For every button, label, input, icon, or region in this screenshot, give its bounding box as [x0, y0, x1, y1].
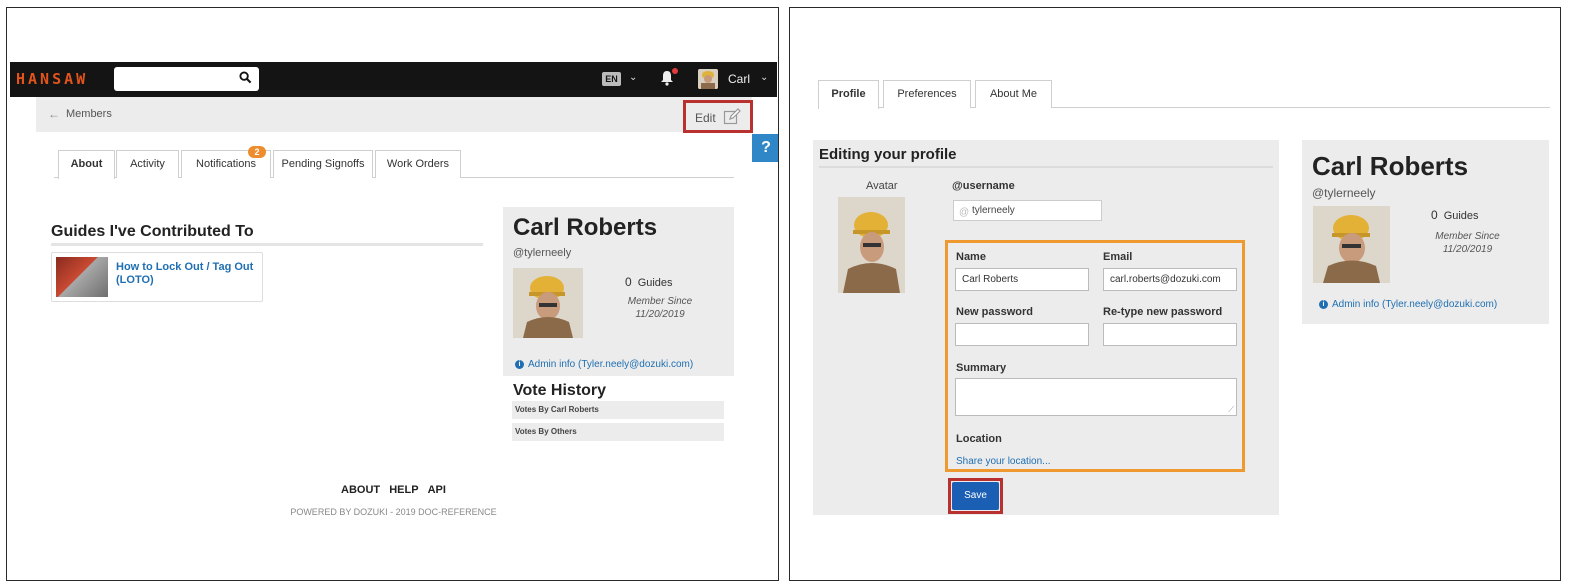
avatar-upload[interactable]	[838, 197, 905, 293]
profile-photo	[513, 268, 583, 338]
edit-profile-title: Editing your profile	[819, 146, 957, 163]
chevron-down-icon[interactable]: ⌄	[629, 72, 637, 83]
username-value: tylerneely	[972, 205, 1015, 216]
save-button[interactable]: Save	[952, 482, 999, 510]
share-location-link[interactable]: Share your location...	[956, 456, 1051, 467]
top-navbar: HANSAW EN ⌄ Carl ⌄	[10, 62, 777, 97]
footer-link-help[interactable]: HELP	[389, 484, 418, 496]
profile-photo	[1313, 206, 1390, 283]
edit-pencil-icon	[723, 108, 741, 125]
vote-history-heading: Vote History	[513, 382, 607, 399]
language-selector[interactable]: EN	[602, 72, 621, 86]
user-avatar[interactable]	[698, 69, 718, 89]
username-input[interactable]: @ tylerneely	[953, 200, 1102, 221]
nav-username[interactable]: Carl	[728, 72, 750, 86]
admin-info-text: Admin info (Tyler.neely@dozuki.com)	[528, 359, 694, 370]
guide-card[interactable]: How to Lock Out / Tag Out (LOTO)	[51, 252, 263, 302]
edit-label: Edit	[695, 111, 716, 125]
notification-count-badge: 2	[248, 146, 266, 158]
guide-thumbnail[interactable]	[56, 257, 108, 297]
resize-handle-icon[interactable]: ⟋	[1228, 406, 1234, 414]
tab-about[interactable]: About	[58, 150, 115, 179]
breadcrumb-members[interactable]: Members	[66, 108, 112, 120]
tab-pending-signoffs[interactable]: Pending Signoffs	[273, 150, 373, 178]
profile-username: @tylerneely	[1312, 186, 1376, 200]
member-since-date: 11/20/2019	[635, 309, 685, 320]
avatar-label: Avatar	[866, 180, 898, 192]
edit-profile-panel: Profile Preferences About Me Editing you…	[789, 7, 1561, 581]
new-password-input[interactable]	[955, 323, 1089, 346]
divider	[51, 243, 483, 246]
tab-about-me[interactable]: About Me	[975, 80, 1052, 108]
profile-tabs: About Activity Notifications Pending Sig…	[54, 146, 734, 179]
footer-link-about[interactable]: ABOUT	[341, 484, 380, 496]
guides-number: 0	[625, 275, 632, 289]
back-arrow-icon[interactable]: ←	[48, 107, 60, 121]
notification-dot	[672, 68, 678, 74]
admin-info-link[interactable]: i Admin info (Tyler.neely@dozuki.com)	[1319, 299, 1497, 310]
chevron-down-icon[interactable]: ⌄	[760, 72, 768, 83]
profile-username: @tylerneely	[513, 247, 572, 259]
tab-work-orders[interactable]: Work Orders	[375, 150, 461, 178]
search-input[interactable]	[118, 67, 238, 89]
member-since-date: 11/20/2019	[1442, 244, 1493, 255]
guides-count: 0 Guides	[625, 275, 673, 289]
name-label: Name	[956, 251, 986, 263]
profile-name: Carl Roberts	[1312, 151, 1469, 181]
profile-summary-card: Carl Roberts @tylerneely 0 Guides Member …	[503, 207, 734, 376]
edit-button[interactable]: Edit	[683, 100, 753, 133]
email-label: Email	[1103, 251, 1133, 263]
search-icon[interactable]	[239, 71, 252, 84]
guides-label: Guides	[637, 277, 673, 289]
member-since: Member Since 11/20/2019	[1420, 230, 1515, 256]
guides-count: 0 Guides	[1431, 208, 1479, 222]
member-since: Member Since 11/20/2019	[615, 295, 705, 321]
profile-name: Carl Roberts	[513, 214, 658, 241]
screenshot-root: HANSAW EN ⌄ Carl ⌄ ← Members Edit ? Abou…	[0, 0, 1569, 585]
retype-password-input[interactable]	[1103, 323, 1237, 346]
editable-fields-highlight: Name Email Carl Roberts carl.roberts@doz…	[945, 240, 1245, 472]
at-sign-icon: @	[959, 207, 970, 218]
email-input[interactable]: carl.roberts@dozuki.com	[1103, 268, 1237, 291]
info-icon: i	[515, 360, 524, 369]
guides-label: Guides	[1443, 210, 1479, 222]
vote-row[interactable]: Votes By Others	[512, 423, 724, 441]
guides-number: 0	[1431, 208, 1438, 222]
summary-label: Summary	[956, 362, 1007, 374]
search-box[interactable]	[114, 67, 259, 91]
guide-title-link[interactable]: How to Lock Out / Tag Out (LOTO)	[116, 261, 256, 287]
username-label: @username	[952, 180, 1015, 192]
admin-info-text: Admin info (Tyler.neely@dozuki.com)	[1332, 299, 1498, 310]
retype-password-label: Re-type new password	[1103, 306, 1223, 318]
new-password-label: New password	[956, 306, 1034, 318]
member-since-label: Member Since	[627, 296, 693, 307]
divider	[819, 166, 1273, 168]
breadcrumb-bar: ← Members Edit	[36, 97, 753, 133]
help-button[interactable]: ?	[752, 134, 778, 162]
brand-logo[interactable]: HANSAW	[16, 70, 88, 88]
name-input[interactable]: Carl Roberts	[955, 268, 1089, 291]
member-since-label: Member Since	[1435, 231, 1500, 242]
summary-textarea[interactable]: ⟋	[955, 378, 1237, 416]
profile-summary-card: Carl Roberts @tylerneely 0 Guides Member …	[1302, 140, 1549, 324]
footer-link-api[interactable]: API	[428, 484, 446, 496]
admin-info-link[interactable]: i Admin info (Tyler.neely@dozuki.com)	[515, 359, 693, 370]
info-icon: i	[1319, 300, 1328, 309]
footer-powered-by: POWERED BY DOZUKI - 2019 DOC-REFERENCE	[290, 507, 497, 517]
guides-heading: Guides I've Contributed To	[51, 223, 254, 240]
vote-row[interactable]: Votes By Carl Roberts	[512, 401, 724, 419]
edit-profile-form: Editing your profile Avatar @username @ t…	[813, 140, 1279, 515]
footer-links: ABOUT HELP API	[7, 484, 778, 496]
member-profile-panel: HANSAW EN ⌄ Carl ⌄ ← Members Edit ? Abou…	[6, 7, 779, 581]
tab-activity[interactable]: Activity	[116, 150, 179, 178]
tab-preferences[interactable]: Preferences	[883, 80, 971, 108]
location-label: Location	[956, 433, 1002, 445]
settings-tabs: Profile Preferences About Me	[818, 80, 1550, 109]
tab-profile[interactable]: Profile	[818, 80, 879, 109]
